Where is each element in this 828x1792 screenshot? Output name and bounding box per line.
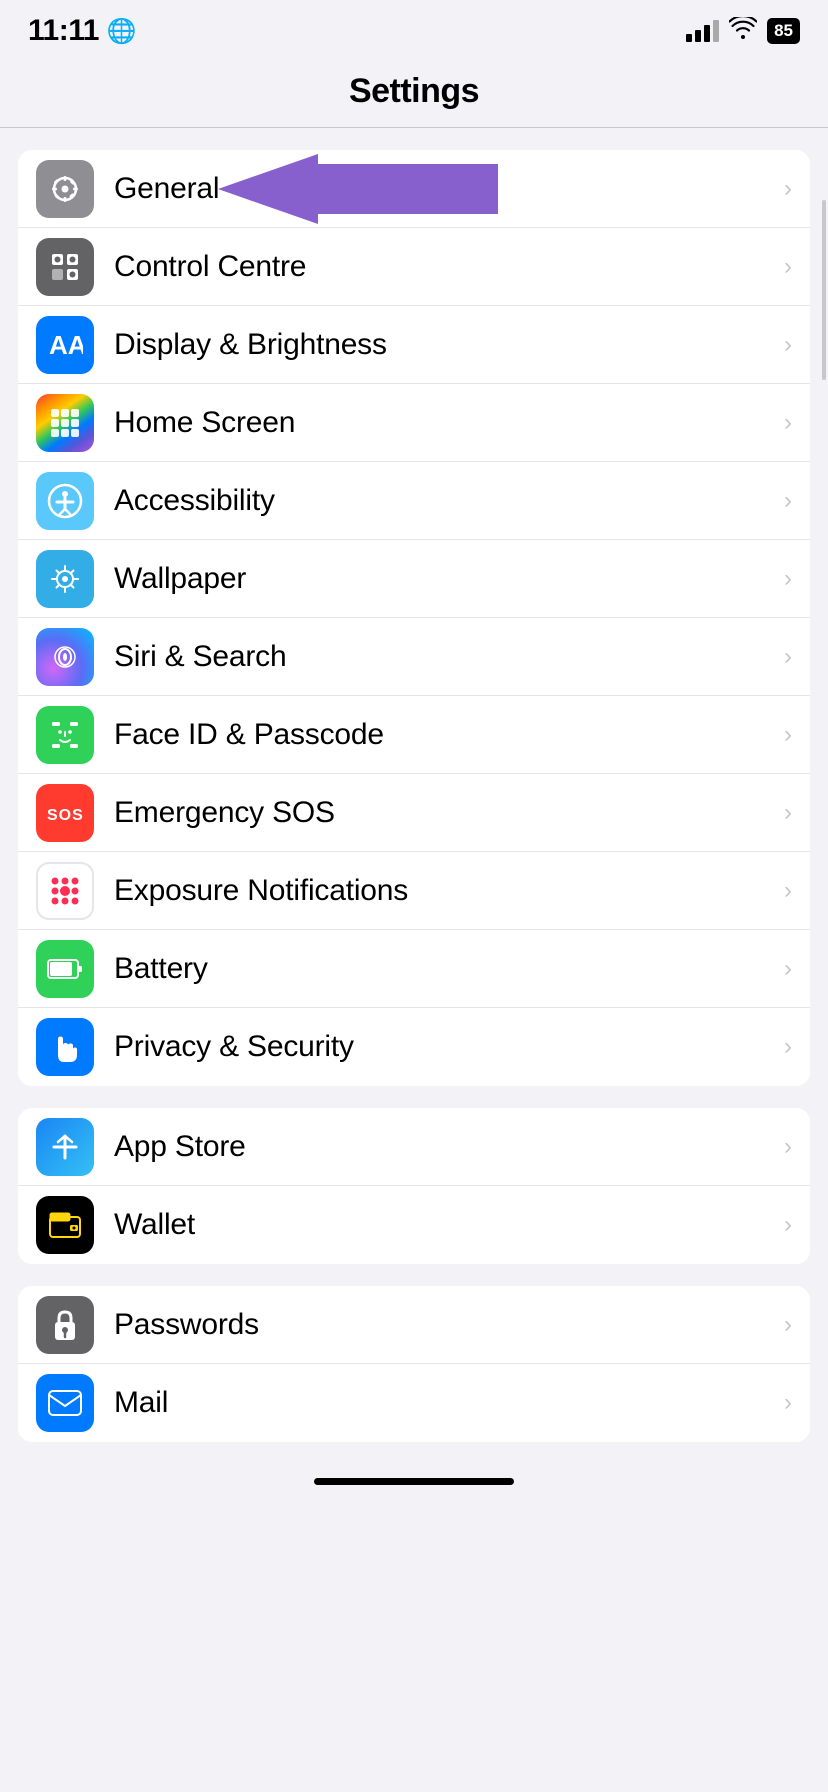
svg-text:SOS: SOS xyxy=(47,807,84,824)
settings-row-emergency-sos[interactable]: SOS Emergency SOS › xyxy=(18,774,810,852)
chevron-control-centre: › xyxy=(784,253,792,281)
control-centre-label: Control Centre xyxy=(114,250,784,284)
accessibility-icon xyxy=(36,472,94,530)
home-screen-icon xyxy=(36,394,94,452)
settings-row-exposure[interactable]: Exposure Notifications › xyxy=(18,852,810,930)
accessibility-label: Accessibility xyxy=(114,484,784,518)
app-store-label: App Store xyxy=(114,1130,784,1164)
home-indicator xyxy=(0,1464,828,1495)
battery-icon xyxy=(36,940,94,998)
chevron-face-id: › xyxy=(784,721,792,749)
home-screen-label: Home Screen xyxy=(114,406,784,440)
chevron-mail: › xyxy=(784,1389,792,1417)
emergency-sos-label: Emergency SOS xyxy=(114,796,784,830)
chevron-battery: › xyxy=(784,955,792,983)
wifi-icon xyxy=(729,17,757,45)
chevron-passwords: › xyxy=(784,1311,792,1339)
battery-label: Battery xyxy=(114,952,784,986)
settings-group-apps1: App Store › Wallet › xyxy=(18,1108,810,1264)
wallpaper-label: Wallpaper xyxy=(114,562,784,596)
display-label: Display & Brightness xyxy=(114,328,784,362)
wallpaper-icon xyxy=(36,550,94,608)
settings-row-wallpaper[interactable]: Wallpaper › xyxy=(18,540,810,618)
settings-row-home-screen[interactable]: Home Screen › xyxy=(18,384,810,462)
mail-icon xyxy=(36,1374,94,1432)
emergency-sos-icon: SOS xyxy=(36,784,94,842)
siri-label: Siri & Search xyxy=(114,640,784,674)
status-bar: 11:11 🌐 85 xyxy=(0,0,828,58)
nav-header: Settings xyxy=(0,58,828,128)
settings-row-passwords[interactable]: Passwords › xyxy=(18,1286,810,1364)
arrow-annotation xyxy=(218,154,498,224)
globe-icon: 🌐 xyxy=(107,17,137,46)
face-id-icon xyxy=(36,706,94,764)
svg-text:AA: AA xyxy=(49,330,83,360)
status-time: 11:11 xyxy=(28,14,99,48)
mail-label: Mail xyxy=(114,1386,784,1420)
settings-row-wallet[interactable]: Wallet › xyxy=(18,1186,810,1264)
passwords-label: Passwords xyxy=(114,1308,784,1342)
signal-icon xyxy=(686,20,719,42)
chevron-privacy: › xyxy=(784,1033,792,1061)
chevron-home-screen: › xyxy=(784,409,792,437)
display-icon: AA xyxy=(36,316,94,374)
app-store-icon xyxy=(36,1118,94,1176)
privacy-label: Privacy & Security xyxy=(114,1030,784,1064)
settings-group-system: General › Control Cen xyxy=(18,150,810,1086)
face-id-label: Face ID & Passcode xyxy=(114,718,784,752)
settings-row-display[interactable]: AA Display & Brightness › xyxy=(18,306,810,384)
chevron-app-store: › xyxy=(784,1133,792,1161)
scrollbar[interactable] xyxy=(822,200,826,380)
status-icons: 85 xyxy=(686,17,800,45)
settings-group-apps2: Passwords › Mail › xyxy=(18,1286,810,1442)
chevron-emergency-sos: › xyxy=(784,799,792,827)
wallet-label: Wallet xyxy=(114,1208,784,1242)
settings-row-privacy[interactable]: Privacy & Security › xyxy=(18,1008,810,1086)
settings-row-accessibility[interactable]: Accessibility › xyxy=(18,462,810,540)
wallet-icon xyxy=(36,1196,94,1254)
page-title: Settings xyxy=(349,72,479,110)
battery-status: 85 xyxy=(767,18,800,44)
home-bar xyxy=(314,1478,514,1485)
control-centre-icon xyxy=(36,238,94,296)
general-icon xyxy=(36,160,94,218)
chevron-siri: › xyxy=(784,643,792,671)
siri-icon xyxy=(36,628,94,686)
chevron-wallpaper: › xyxy=(784,565,792,593)
exposure-label: Exposure Notifications xyxy=(114,874,784,908)
settings-row-siri[interactable]: Siri & Search › xyxy=(18,618,810,696)
chevron-accessibility: › xyxy=(784,487,792,515)
chevron-wallet: › xyxy=(784,1211,792,1239)
settings-row-general[interactable]: General › xyxy=(18,150,810,228)
chevron-exposure: › xyxy=(784,877,792,905)
settings-row-app-store[interactable]: App Store › xyxy=(18,1108,810,1186)
settings-row-face-id[interactable]: Face ID & Passcode › xyxy=(18,696,810,774)
settings-row-mail[interactable]: Mail › xyxy=(18,1364,810,1442)
settings-row-battery[interactable]: Battery › xyxy=(18,930,810,1008)
exposure-icon xyxy=(36,862,94,920)
chevron-general: › xyxy=(784,175,792,203)
settings-row-control-centre[interactable]: Control Centre › xyxy=(18,228,810,306)
passwords-icon xyxy=(36,1296,94,1354)
chevron-display: › xyxy=(784,331,792,359)
privacy-icon xyxy=(36,1018,94,1076)
